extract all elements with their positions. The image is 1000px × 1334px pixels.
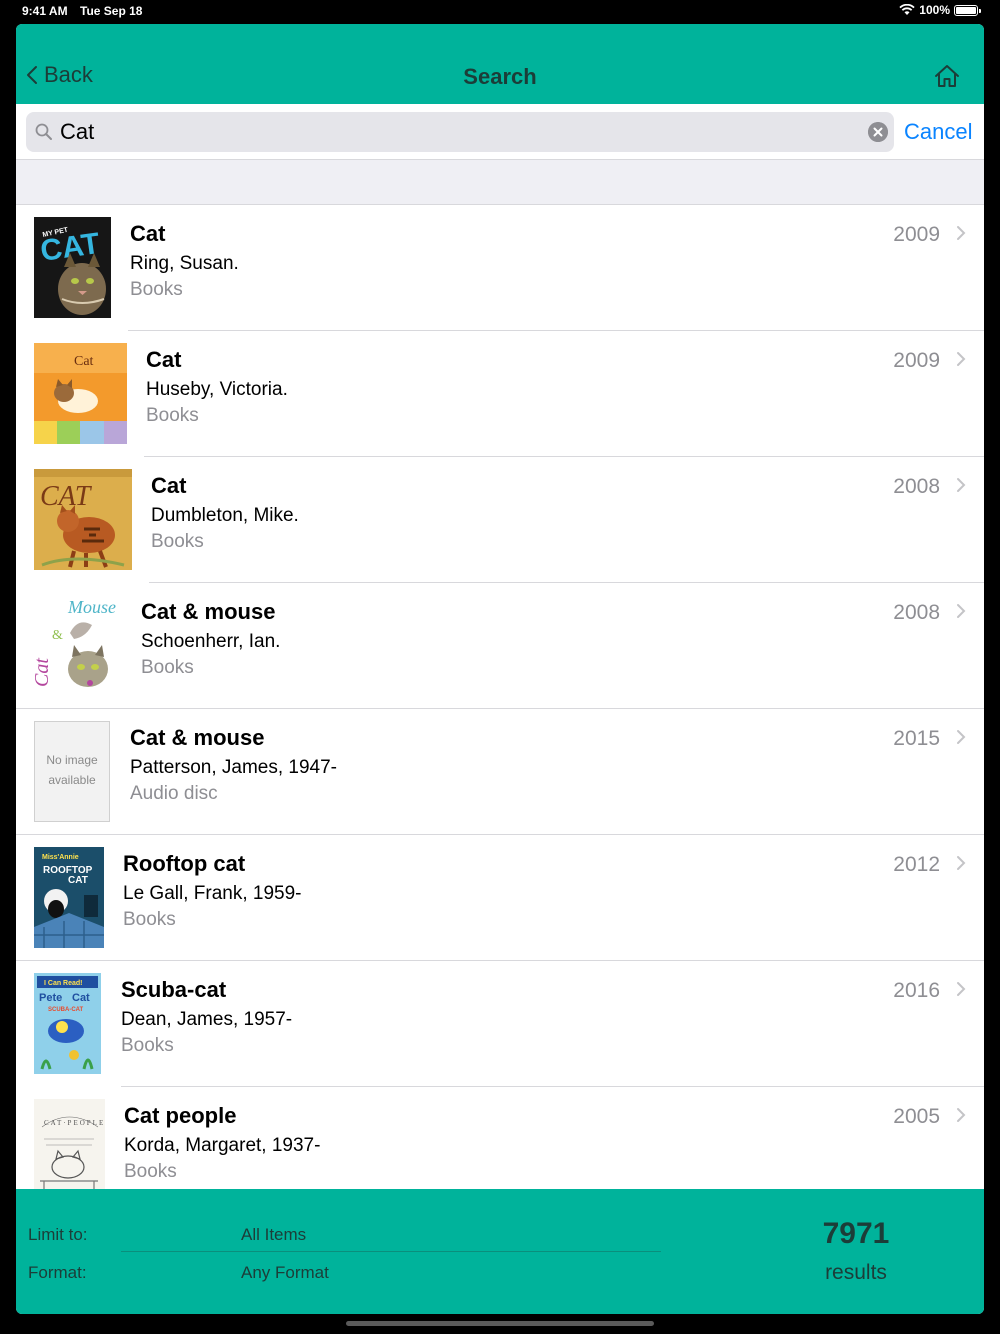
limit-label: Limit to: (28, 1225, 88, 1244)
svg-text:&: & (52, 628, 63, 643)
result-year: 2012 (893, 853, 940, 876)
result-author: Korda, Margaret, 1937- (124, 1135, 321, 1156)
result-title: Cat & mouse (130, 725, 265, 750)
result-year: 2009 (893, 223, 940, 246)
svg-text:Cat: Cat (34, 658, 53, 687)
cancel-button[interactable]: Cancel (904, 119, 972, 145)
result-format: Books (121, 1035, 174, 1056)
result-format: Books (141, 657, 194, 678)
status-time: 9:41 AM (22, 4, 68, 18)
result-author: Ring, Susan. (130, 253, 239, 274)
result-row[interactable]: Mouse Cat & Cat & mouse Schoenherr, Ian.… (16, 583, 984, 709)
result-row[interactable]: I Can Read! Pete Cat SCUBA-CAT Scuba-cat… (16, 961, 984, 1087)
result-format: Books (124, 1161, 177, 1182)
result-format: Books (123, 909, 176, 930)
result-title: Cat (130, 221, 166, 246)
battery-icon (954, 4, 981, 16)
result-format: Audio disc (130, 783, 218, 804)
result-row[interactable]: MY PET CAT Cat Ring, Susan. Books 2009 (16, 205, 984, 331)
svg-text:Mouse: Mouse (67, 597, 116, 617)
no-image-placeholder: No image available (34, 721, 110, 822)
result-title: Cat (146, 347, 182, 372)
result-year: 2008 (893, 475, 940, 498)
result-row[interactable]: CAT·PEOPLE Cat people Korda, Margaret, 1… (16, 1087, 984, 1189)
clear-search-icon[interactable] (868, 122, 888, 142)
chevron-right-icon (957, 982, 966, 996)
results-footer: Limit to: All Items Format: Any Format 7… (16, 1189, 984, 1314)
wifi-icon (899, 4, 915, 15)
result-title: Cat people (124, 1103, 237, 1128)
result-format: Books (146, 405, 199, 426)
chevron-right-icon (957, 478, 966, 492)
result-year: 2009 (893, 349, 940, 372)
svg-text:I Can Read!: I Can Read! (44, 980, 83, 987)
svg-text:SCUBA-CAT: SCUBA-CAT (48, 1007, 84, 1013)
footer-divider (121, 1251, 661, 1252)
svg-text:Cat: Cat (72, 992, 90, 1004)
result-row[interactable]: CAT Cat Dumbleton, Mike. Books 2008 (16, 457, 984, 583)
result-year: 2005 (893, 1105, 940, 1128)
result-author: Dumbleton, Mike. (151, 505, 299, 526)
book-cover-image: MY PET CAT (34, 217, 111, 318)
battery-percent: 100% (919, 3, 950, 17)
section-header (16, 160, 984, 205)
results-count-label: results (825, 1261, 887, 1284)
result-format: Books (130, 279, 183, 300)
chevron-right-icon (957, 352, 966, 366)
book-cover-image: CAT·PEOPLE (34, 1099, 105, 1189)
home-icon[interactable] (934, 64, 960, 88)
result-row[interactable]: No image available Cat & mouse Patterson… (16, 709, 984, 835)
svg-text:CAT: CAT (40, 481, 93, 512)
chevron-right-icon (957, 1108, 966, 1122)
search-field[interactable] (26, 112, 894, 152)
book-cover-image: Mouse Cat & (34, 595, 122, 696)
result-year: 2008 (893, 601, 940, 624)
result-row[interactable]: Miss'Annie ROOFTOP CAT Rooftop cat Le Ga… (16, 835, 984, 961)
book-cover-image: CAT (34, 469, 132, 570)
result-title: Scuba-cat (121, 977, 227, 1002)
limit-selector[interactable]: All Items (241, 1225, 306, 1245)
svg-text:Cat: Cat (74, 354, 94, 369)
book-cover-image: Cat (34, 343, 127, 444)
status-date: Tue Sep 18 (80, 4, 143, 18)
result-year: 2015 (893, 727, 940, 750)
navigation-bar: Back Search (16, 24, 984, 104)
chevron-right-icon (957, 856, 966, 870)
result-title: Rooftop cat (123, 851, 246, 876)
results-count: 7971 (822, 1217, 890, 1250)
chevron-right-icon (957, 730, 966, 744)
results-list[interactable]: MY PET CAT Cat Ring, Susan. Books 2009 C… (16, 205, 984, 1189)
book-cover-image: I Can Read! Pete Cat SCUBA-CAT (34, 973, 101, 1074)
result-author: Dean, James, 1957- (121, 1009, 293, 1030)
svg-text:CAT·PEOPLE: CAT·PEOPLE (44, 1119, 105, 1127)
result-format: Books (151, 531, 204, 552)
result-author: Le Gall, Frank, 1959- (123, 883, 302, 904)
result-row[interactable]: Cat Cat Huseby, Victoria. Books 2009 (16, 331, 984, 457)
chevron-right-icon (957, 226, 966, 240)
search-icon (35, 123, 52, 140)
search-row: Cancel (16, 104, 984, 160)
svg-text:Miss'Annie: Miss'Annie (42, 854, 79, 861)
format-selector[interactable]: Any Format (241, 1263, 329, 1283)
page-title: Search (463, 64, 537, 89)
result-author: Patterson, James, 1947- (130, 757, 337, 778)
svg-text:CAT: CAT (68, 875, 88, 886)
book-cover-image: Miss'Annie ROOFTOP CAT (34, 847, 104, 948)
result-title: Cat (151, 473, 187, 498)
result-year: 2016 (893, 979, 940, 1002)
app-window: Back Search Cancel (16, 24, 984, 1314)
search-input[interactable] (60, 112, 860, 152)
chevron-right-icon (957, 604, 966, 618)
status-bar: 9:41 AM Tue Sep 18 100% (0, 0, 1000, 24)
svg-text:Pete: Pete (39, 992, 62, 1004)
result-author: Huseby, Victoria. (146, 379, 288, 400)
status-indicators: 100% (899, 3, 981, 17)
home-indicator[interactable] (346, 1321, 654, 1326)
result-title: Cat & mouse (141, 599, 276, 624)
result-author: Schoenherr, Ian. (141, 631, 281, 652)
format-label: Format: (28, 1263, 87, 1282)
